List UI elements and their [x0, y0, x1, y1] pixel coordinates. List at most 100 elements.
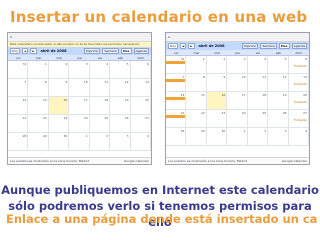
day-cell[interactable]: 3	[227, 56, 248, 74]
day-cell[interactable]: 29	[28, 133, 49, 151]
event-bar[interactable]	[166, 115, 186, 118]
view-print[interactable]: Imprimir	[241, 43, 259, 49]
day-cell[interactable]: 26	[110, 115, 131, 133]
day-cell[interactable]: 14	[166, 92, 187, 110]
view-agenda[interactable]: Agenda	[133, 48, 149, 54]
day-cell[interactable]: 3	[268, 128, 289, 146]
day-cell[interactable]: 21	[8, 115, 29, 133]
view-month[interactable]: Mes	[120, 48, 132, 54]
slide-footer-link[interactable]: Enlace a una página donde está insertado…	[6, 212, 318, 226]
day-cell[interactable]: 24	[69, 115, 90, 133]
day-cell[interactable]: 23	[48, 115, 70, 133]
day-number: 2	[65, 62, 68, 66]
day-cell[interactable]: 28	[8, 133, 29, 151]
prev-month-button[interactable]: ◄	[21, 48, 29, 54]
day-number: 24	[83, 116, 88, 120]
day-cell[interactable]: 11	[247, 74, 269, 92]
next-month-button[interactable]: ►	[188, 43, 195, 49]
day-cell[interactable]: 30	[48, 133, 70, 151]
day-cell[interactable]: 25	[247, 110, 269, 128]
day-number: 2	[223, 57, 226, 61]
event-label[interactable]: Formación	[294, 119, 307, 122]
day-cell[interactable]: 16	[48, 97, 70, 115]
event-label[interactable]: Formación	[294, 101, 307, 104]
day-cell[interactable]: 3	[69, 61, 90, 79]
day-cell[interactable]: 20	[130, 97, 151, 115]
day-number: 26	[282, 111, 287, 115]
event-bar[interactable]	[166, 97, 186, 100]
day-cell[interactable]: 3	[110, 133, 131, 151]
view-print[interactable]: Imprimir	[83, 48, 101, 54]
day-cell[interactable]: 21	[166, 110, 187, 128]
day-cell[interactable]: 1	[186, 56, 207, 74]
day-cell[interactable]: 2	[247, 128, 269, 146]
day-cell[interactable]: 28	[166, 128, 187, 146]
day-cell[interactable]: 9	[206, 74, 228, 92]
day-cell[interactable]: 31	[8, 61, 29, 79]
view-week[interactable]: Semana	[102, 48, 119, 54]
day-cell[interactable]: 7	[166, 74, 187, 92]
event-label[interactable]: Formación	[294, 83, 307, 86]
day-cell[interactable]: 20 Formación	[288, 92, 309, 110]
day-cell[interactable]: 4	[288, 128, 309, 146]
day-cell[interactable]: 7	[8, 79, 29, 97]
day-cell[interactable]: 23	[206, 110, 228, 128]
view-week[interactable]: Semana	[260, 43, 277, 49]
view-agenda[interactable]: Agenda	[291, 43, 307, 49]
day-number: 1	[85, 134, 88, 138]
day-cell[interactable]: 26	[268, 110, 289, 128]
event-label[interactable]: Formación	[294, 65, 307, 68]
day-cell[interactable]: 1	[227, 128, 248, 146]
day-cell[interactable]: 2	[48, 61, 70, 79]
day-cell[interactable]: 16	[206, 92, 228, 110]
day-cell[interactable]: 27	[130, 115, 151, 133]
day-cell[interactable]: 12	[268, 74, 289, 92]
day-cell[interactable]: 4	[130, 133, 151, 151]
day-cell[interactable]: 19	[110, 97, 131, 115]
day-cell[interactable]: 27 Formación	[288, 110, 309, 128]
day-cell[interactable]: 5	[268, 56, 289, 74]
google-calendar-link[interactable]: Google Calendar	[124, 158, 149, 164]
day-cell[interactable]: 8	[186, 74, 207, 92]
day-cell[interactable]: 22	[186, 110, 207, 128]
day-cell[interactable]: 4	[247, 56, 269, 74]
view-month[interactable]: Mes	[278, 43, 290, 49]
day-cell[interactable]: 2	[206, 56, 228, 74]
day-cell[interactable]: 15	[28, 97, 49, 115]
day-cell[interactable]: 19	[268, 92, 289, 110]
google-calendar-link[interactable]: Google Calendar	[282, 158, 307, 164]
next-month-button[interactable]: ►	[30, 48, 37, 54]
day-cell[interactable]: 1	[28, 61, 49, 79]
day-cell[interactable]: 15	[186, 92, 207, 110]
day-cell[interactable]: 10	[227, 74, 248, 92]
event-bar[interactable]	[166, 79, 186, 82]
day-cell[interactable]: 17	[227, 92, 248, 110]
day-cell[interactable]: 13	[130, 79, 151, 97]
day-cell[interactable]: 22	[28, 115, 49, 133]
day-cell[interactable]: 11	[89, 79, 111, 97]
today-button[interactable]: Hoy	[10, 48, 20, 54]
day-cell[interactable]: 9	[48, 79, 70, 97]
day-cell[interactable]: 18	[89, 97, 111, 115]
day-cell[interactable]: 8	[28, 79, 49, 97]
day-cell[interactable]: 1	[69, 133, 90, 151]
day-cell[interactable]: 25	[89, 115, 111, 133]
day-cell[interactable]: 14	[8, 97, 29, 115]
event-bar[interactable]	[166, 61, 186, 64]
day-cell[interactable]: 18	[247, 92, 269, 110]
today-button[interactable]: Hoy	[168, 43, 178, 49]
day-cell[interactable]: 6 Formación	[288, 56, 309, 74]
day-cell[interactable]: 17	[69, 97, 90, 115]
day-cell[interactable]: 5	[110, 61, 131, 79]
day-cell[interactable]: 13 Formación	[288, 74, 309, 92]
day-cell[interactable]: 10	[69, 79, 90, 97]
day-cell[interactable]: 24	[227, 110, 248, 128]
day-cell[interactable]: 2	[89, 133, 111, 151]
prev-month-button[interactable]: ◄	[179, 43, 187, 49]
day-cell[interactable]: 29	[186, 128, 207, 146]
day-cell[interactable]: 4	[89, 61, 111, 79]
day-cell[interactable]: 12	[110, 79, 131, 97]
day-cell[interactable]: 31	[166, 56, 187, 74]
day-cell[interactable]: 6	[130, 61, 151, 79]
day-cell[interactable]: 30	[206, 128, 228, 146]
